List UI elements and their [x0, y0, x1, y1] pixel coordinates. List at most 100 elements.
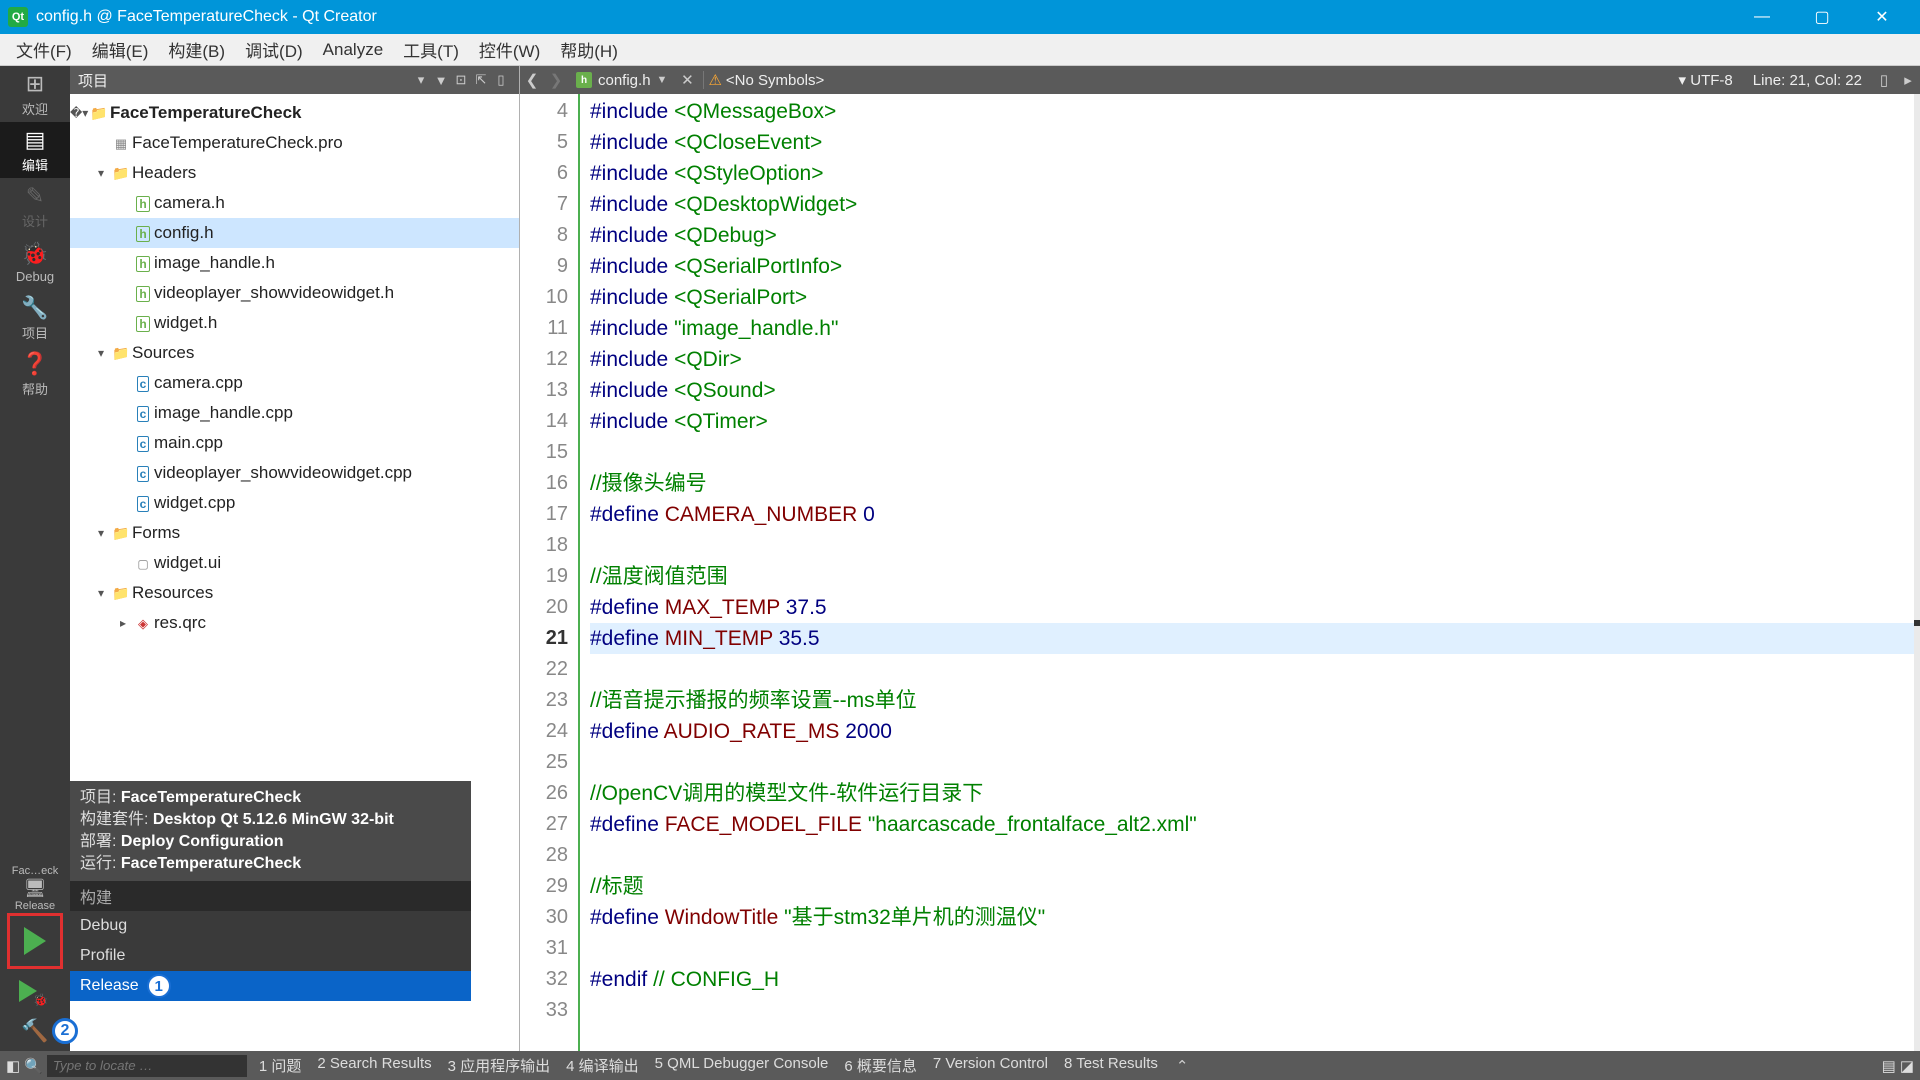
code-line[interactable]: #define WindowTitle "基于stm32单片机的测温仪" [590, 902, 1914, 933]
code-line[interactable] [590, 437, 1914, 468]
encoding-label[interactable]: ▾ UTF-8 [1669, 71, 1743, 89]
menu-帮助[interactable]: 帮助(H) [550, 33, 628, 66]
line-number-gutter[interactable]: 4567891011121314151617181920212223242526… [520, 94, 580, 1051]
minimize-button[interactable]: — [1732, 0, 1792, 34]
code-line[interactable]: #include <QMessageBox> [590, 96, 1914, 127]
code-line[interactable]: #define MIN_TEMP 35.5 [590, 623, 1914, 654]
code-line[interactable]: //语音提示播报的频率设置--ms单位 [590, 685, 1914, 716]
menu-analyze[interactable]: Analyze [313, 36, 393, 64]
tree-pro[interactable]: ▦FaceTemperatureCheck.pro [70, 128, 519, 158]
tree-resources[interactable]: ▾📁Resources [70, 578, 519, 608]
expander-icon[interactable]: ▾ [92, 526, 110, 540]
tree-file-widget.h[interactable]: hwidget.h [70, 308, 519, 338]
locator-input[interactable] [47, 1055, 247, 1077]
output-tab[interactable]: 1 问题 [251, 1055, 310, 1076]
filter-icon[interactable]: ▼ [431, 73, 451, 88]
build-option-release[interactable]: Release1 [70, 971, 471, 1001]
code-line[interactable] [590, 840, 1914, 871]
symbols-dropdown[interactable]: <No Symbols> [726, 72, 824, 89]
code-line[interactable] [590, 530, 1914, 561]
split-icon[interactable]: ▯ [491, 72, 511, 88]
menu-控件[interactable]: 控件(W) [469, 33, 550, 66]
split-editor-button[interactable]: ▯ [1872, 71, 1896, 89]
code-line[interactable]: #include <QStyleOption> [590, 158, 1914, 189]
code-line[interactable]: #include <QDebug> [590, 220, 1914, 251]
tree-file-videoplayer_showvideowidget.h[interactable]: hvideoplayer_showvideowidget.h [70, 278, 519, 308]
close-output-button[interactable]: ◪ [1900, 1057, 1914, 1075]
run-button[interactable] [7, 913, 63, 969]
menu-调试[interactable]: 调试(D) [235, 33, 313, 66]
code-line[interactable]: //OpenCV调用的模型文件-软件运行目录下 [590, 778, 1914, 809]
code-editor[interactable]: #include <QMessageBox>#include <QCloseEv… [580, 94, 1914, 1051]
tree-file-camera.h[interactable]: hcamera.h [70, 188, 519, 218]
mode-help[interactable]: ❓帮助 [0, 346, 70, 402]
output-tab[interactable]: 2 Search Results [309, 1055, 439, 1076]
mode-welcome[interactable]: ⊞欢迎 [0, 66, 70, 122]
mode-projects[interactable]: 🔧项目 [0, 290, 70, 346]
close-file-button[interactable]: ✕ [675, 71, 699, 89]
output-toggle-button[interactable]: ◧ [6, 1057, 20, 1075]
code-line[interactable]: #include <QSerialPortInfo> [590, 251, 1914, 282]
expander-icon[interactable]: �▾ [70, 106, 88, 120]
code-line[interactable] [590, 995, 1914, 1026]
tree-forms[interactable]: ▾📁Forms [70, 518, 519, 548]
code-line[interactable] [590, 654, 1914, 685]
code-line[interactable]: #include "image_handle.h" [590, 313, 1914, 344]
code-line[interactable]: #define CAMERA_NUMBER 0 [590, 499, 1914, 530]
nav-forward-button[interactable]: ❯ [544, 71, 568, 89]
code-line[interactable]: #include <QTimer> [590, 406, 1914, 437]
menu-编辑[interactable]: 编辑(E) [82, 33, 159, 66]
target-selector[interactable]: Fac…eck 🖥 Release [0, 865, 70, 911]
code-line[interactable] [590, 933, 1914, 964]
tree-file-widget.cpp[interactable]: cwidget.cpp [70, 488, 519, 518]
editor-menu-button[interactable]: ▸ [1896, 71, 1920, 89]
output-tab[interactable]: 4 编译输出 [558, 1055, 647, 1076]
output-tab[interactable]: 7 Version Control [925, 1055, 1056, 1076]
code-line[interactable]: #include <QDir> [590, 344, 1914, 375]
expander-icon[interactable]: ▸ [114, 616, 132, 630]
build-option-profile[interactable]: Profile [70, 941, 471, 971]
tree-file-widget.ui[interactable]: ▢widget.ui [70, 548, 519, 578]
tree-headers[interactable]: ▾📁Headers [70, 158, 519, 188]
close-button[interactable]: ✕ [1852, 0, 1912, 34]
code-line[interactable] [590, 747, 1914, 778]
menu-文件[interactable]: 文件(F) [6, 33, 82, 66]
tree-file-main.cpp[interactable]: cmain.cpp [70, 428, 519, 458]
output-tab[interactable]: 5 QML Debugger Console [647, 1055, 837, 1076]
tree-sources[interactable]: ▾📁Sources [70, 338, 519, 368]
dropdown-icon[interactable]: ▾ [411, 72, 431, 88]
maximize-button[interactable]: ▢ [1792, 0, 1852, 34]
code-line[interactable]: #define MAX_TEMP 37.5 [590, 592, 1914, 623]
mode-design[interactable]: ✎设计 [0, 178, 70, 234]
expander-icon[interactable]: ▾ [92, 166, 110, 180]
sidebar-toggle-button[interactable]: ▤ [1882, 1057, 1896, 1075]
code-line[interactable]: #endif // CONFIG_H [590, 964, 1914, 995]
code-line[interactable]: #define AUDIO_RATE_MS 2000 [590, 716, 1914, 747]
output-tab[interactable]: 3 应用程序输出 [440, 1055, 559, 1076]
run-debug-button[interactable]: 🐞 [0, 971, 56, 1011]
output-tab[interactable]: 8 Test Results [1056, 1055, 1166, 1076]
sync-icon[interactable]: ⊡ [451, 72, 471, 88]
code-line[interactable]: //温度阀值范围 [590, 561, 1914, 592]
expander-icon[interactable]: ▾ [92, 346, 110, 360]
link-icon[interactable]: ⇱ [471, 72, 491, 88]
cursor-position[interactable]: Line: 21, Col: 22 [1743, 72, 1872, 89]
tree-root[interactable]: �▾📁FaceTemperatureCheck [70, 98, 519, 128]
code-line[interactable]: #define FACE_MODEL_FILE "haarcascade_fro… [590, 809, 1914, 840]
mode-edit[interactable]: ▤编辑 [0, 122, 70, 178]
tree-file-res.qrc[interactable]: ▸◈res.qrc [70, 608, 519, 638]
nav-back-button[interactable]: ❮ [520, 71, 544, 89]
open-file-dropdown[interactable]: h config.h ▼ [568, 72, 675, 89]
code-line[interactable]: #include <QSerialPort> [590, 282, 1914, 313]
build-option-debug[interactable]: Debug [70, 911, 471, 941]
output-tab[interactable]: 6 概要信息 [836, 1055, 925, 1076]
code-line[interactable]: #include <QDesktopWidget> [590, 189, 1914, 220]
code-line[interactable]: //摄像头编号 [590, 468, 1914, 499]
tree-file-camera.cpp[interactable]: ccamera.cpp [70, 368, 519, 398]
mode-debug[interactable]: 🐞Debug [0, 234, 70, 290]
expander-icon[interactable]: ▾ [92, 586, 110, 600]
chevron-up-icon[interactable]: ⌃ [1170, 1057, 1189, 1075]
code-line[interactable]: #include <QCloseEvent> [590, 127, 1914, 158]
tree-file-image_handle.h[interactable]: himage_handle.h [70, 248, 519, 278]
tree-file-image_handle.cpp[interactable]: cimage_handle.cpp [70, 398, 519, 428]
